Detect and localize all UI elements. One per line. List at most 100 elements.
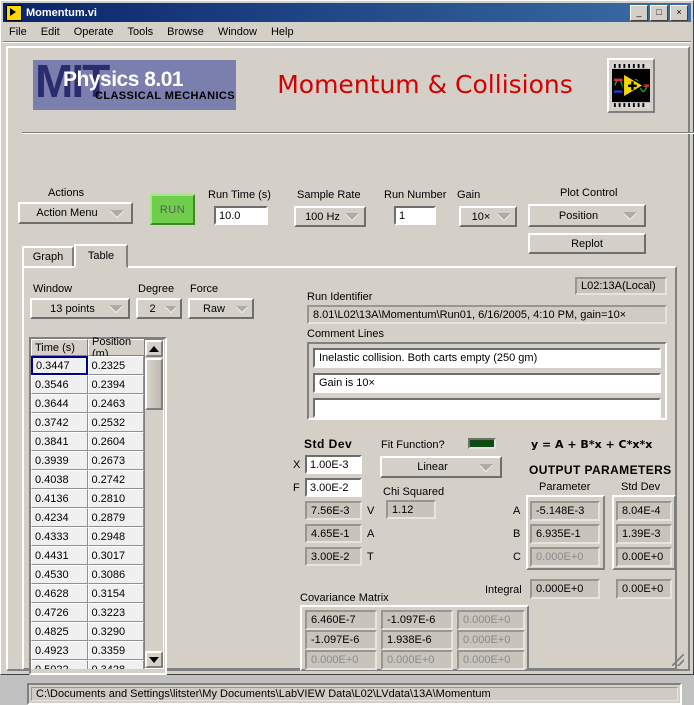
minimize-button[interactable]: _ bbox=[630, 4, 648, 21]
table-cell[interactable]: 0.3644 bbox=[31, 394, 88, 413]
table-cell[interactable]: 0.3742 bbox=[31, 413, 88, 432]
std-dev-f-input[interactable]: 3.00E-2 bbox=[305, 478, 362, 497]
table-cell[interactable]: 0.3086 bbox=[87, 565, 144, 584]
fit-function-ring[interactable]: Linear bbox=[380, 456, 502, 478]
output-col-stddev: Std Dev bbox=[621, 481, 661, 493]
menu-item-file[interactable]: File bbox=[9, 26, 27, 38]
table-row[interactable]: 0.4333 0.2948 bbox=[31, 527, 144, 546]
triangle-up-icon bbox=[149, 345, 159, 352]
table-cell[interactable]: 0.2394 bbox=[87, 375, 144, 394]
table-cell[interactable]: 0.2742 bbox=[87, 470, 144, 489]
covariance-cell-0-0: 6.460E-7 bbox=[305, 610, 377, 630]
table-row[interactable]: 0.4825 0.3290 bbox=[31, 622, 144, 641]
covariance-cell-2-0: 0.000E+0 bbox=[305, 650, 377, 670]
fit-function-led[interactable] bbox=[468, 438, 496, 449]
table-cell[interactable]: 0.4234 bbox=[31, 508, 88, 527]
table-cell[interactable]: 0.4136 bbox=[31, 489, 88, 508]
sample-rate-ring[interactable]: 100 Hz bbox=[294, 206, 366, 227]
table-row[interactable]: 0.3841 0.2604 bbox=[31, 432, 144, 451]
output-parameter-c: 0.000E+0 bbox=[530, 547, 600, 567]
comment-line-1[interactable]: Inelastic collision. Both carts empty (2… bbox=[313, 348, 661, 368]
table-cell[interactable]: 0.2604 bbox=[87, 432, 144, 451]
table-cell[interactable]: 0.2673 bbox=[87, 451, 144, 470]
run-button[interactable]: RUN bbox=[150, 194, 195, 225]
table-cell[interactable]: 0.4923 bbox=[31, 641, 88, 660]
table-cell[interactable]: 0.4726 bbox=[31, 603, 88, 622]
tab-graph[interactable]: Graph bbox=[22, 246, 74, 268]
table-cell[interactable]: 0.3447 bbox=[31, 356, 88, 375]
table-cell[interactable]: 0.3017 bbox=[87, 546, 144, 565]
run-time-input[interactable]: 10.0 bbox=[214, 206, 268, 225]
table-cell[interactable]: 0.3154 bbox=[87, 584, 144, 603]
table-cell[interactable]: 0.4628 bbox=[31, 584, 88, 603]
table-row[interactable]: 0.4628 0.3154 bbox=[31, 584, 144, 603]
degree-ring[interactable]: 2 bbox=[136, 298, 182, 319]
table-cell[interactable]: 0.2810 bbox=[87, 489, 144, 508]
table-row[interactable]: 0.4726 0.3223 bbox=[31, 603, 144, 622]
table-row[interactable]: 0.50220.3428 bbox=[31, 660, 144, 669]
table-cell[interactable]: 0.3290 bbox=[87, 622, 144, 641]
output-row-label-b: B bbox=[513, 528, 521, 540]
page-title: Momentum & Collisions bbox=[277, 70, 573, 99]
scrollbar-thumb[interactable] bbox=[145, 358, 163, 410]
table-cell[interactable]: 0.2325 bbox=[87, 356, 144, 375]
table-cell[interactable]: 0.2532 bbox=[87, 413, 144, 432]
comment-line-2[interactable]: Gain is 10× bbox=[313, 373, 661, 393]
menu-item-edit[interactable]: Edit bbox=[41, 26, 60, 38]
gain-ring[interactable]: 10× bbox=[459, 206, 517, 227]
table-row[interactable]: 0.4431 0.3017 bbox=[31, 546, 144, 565]
table-cell[interactable]: 0.4038 bbox=[31, 470, 88, 489]
table-row[interactable]: 0.4234 0.2879 bbox=[31, 508, 144, 527]
table-cell[interactable]: 0.3223 bbox=[87, 603, 144, 622]
scroll-down-button[interactable] bbox=[145, 651, 163, 668]
table-cell[interactable]: 0.4431 bbox=[31, 546, 88, 565]
menu-item-tools[interactable]: Tools bbox=[127, 26, 153, 38]
covariance-cell-2-2: 0.000E+0 bbox=[457, 650, 525, 670]
table-row[interactable]: 0.3939 0.2673 bbox=[31, 451, 144, 470]
title-bar: Momentum.vi _ □ × bbox=[3, 3, 691, 22]
table-scrollbar[interactable] bbox=[144, 339, 164, 669]
table-cell[interactable]: 0.5022 bbox=[31, 660, 88, 669]
table-cell[interactable]: 0.4530 bbox=[31, 565, 88, 584]
menu-item-window[interactable]: Window bbox=[218, 26, 257, 38]
degree-value: 2 bbox=[149, 302, 156, 315]
file-path-value: C:\Documents and Settings\litster\My Doc… bbox=[31, 687, 678, 701]
table-row[interactable]: 0.4923 0.3359 bbox=[31, 641, 144, 660]
force-ring[interactable]: Raw bbox=[188, 298, 254, 319]
table-row[interactable]: 0.3546 0.2394 bbox=[31, 375, 144, 394]
std-dev-x-input[interactable]: 1.00E-3 bbox=[305, 455, 362, 474]
table-row[interactable]: 0.3447 0.2325 bbox=[31, 356, 144, 375]
table-cell[interactable]: 0.3841 bbox=[31, 432, 88, 451]
resize-grip-icon[interactable] bbox=[672, 654, 684, 666]
file-path-control[interactable]: C:\Documents and Settings\litster\My Doc… bbox=[27, 683, 682, 705]
table-row[interactable]: 0.4136 0.2810 bbox=[31, 489, 144, 508]
comment-line-3[interactable] bbox=[313, 398, 661, 418]
table-cell[interactable]: 0.3428 bbox=[87, 660, 144, 669]
tab-table[interactable]: Table bbox=[74, 244, 128, 268]
run-number-input[interactable]: 1 bbox=[394, 206, 436, 225]
table-cell[interactable]: 0.2463 bbox=[87, 394, 144, 413]
physics-course-label: Physics 8.01 bbox=[63, 68, 184, 91]
table-row[interactable]: 0.4530 0.3086 bbox=[31, 565, 144, 584]
menu-item-help[interactable]: Help bbox=[271, 26, 294, 38]
close-button[interactable]: × bbox=[670, 4, 688, 21]
menu-item-browse[interactable]: Browse bbox=[167, 26, 204, 38]
maximize-button[interactable]: □ bbox=[650, 4, 668, 21]
table-cell[interactable]: 0.2879 bbox=[87, 508, 144, 527]
table-row[interactable]: 0.4038 0.2742 bbox=[31, 470, 144, 489]
actions-menu[interactable]: Action Menu bbox=[18, 202, 133, 224]
table-cell[interactable]: 0.4825 bbox=[31, 622, 88, 641]
scroll-up-button[interactable] bbox=[145, 340, 163, 357]
menu-item-operate[interactable]: Operate bbox=[74, 26, 114, 38]
table-body[interactable]: 0.3447 0.2325 0.3546 0.2394 0.3644 0.2463 0.37… bbox=[31, 356, 144, 669]
table-cell[interactable]: 0.2948 bbox=[87, 527, 144, 546]
table-row[interactable]: 0.3742 0.2532 bbox=[31, 413, 144, 432]
plot-control-ring[interactable]: Position bbox=[528, 204, 646, 227]
table-row[interactable]: 0.3644 0.2463 bbox=[31, 394, 144, 413]
table-cell[interactable]: 0.3359 bbox=[87, 641, 144, 660]
table-cell[interactable]: 0.3939 bbox=[31, 451, 88, 470]
table-cell[interactable]: 0.4333 bbox=[31, 527, 88, 546]
table-cell[interactable]: 0.3546 bbox=[31, 375, 88, 394]
output-parameter-b: 6.935E-1 bbox=[530, 524, 600, 544]
window-ring[interactable]: 13 points bbox=[30, 298, 130, 319]
